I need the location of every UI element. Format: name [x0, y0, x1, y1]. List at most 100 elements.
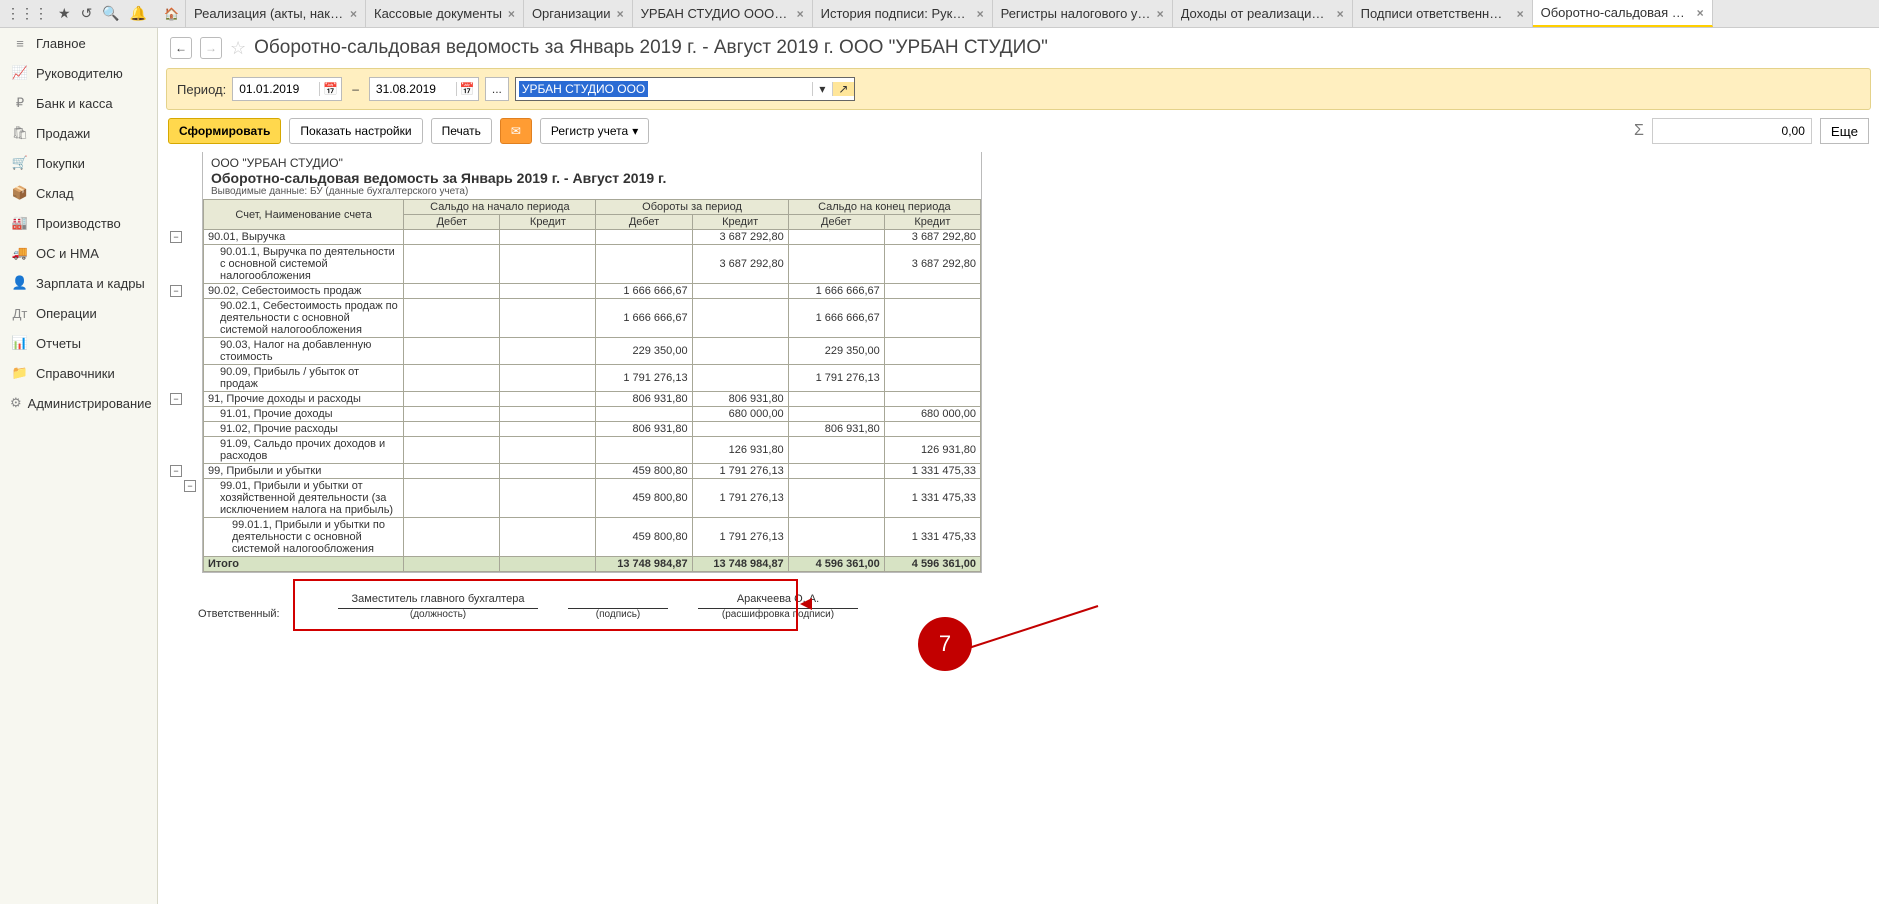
form-button[interactable]: Сформировать	[168, 118, 281, 144]
close-icon[interactable]: ×	[1697, 6, 1704, 20]
tab-3[interactable]: УРБАН СТУДИО ООО (О...×	[633, 0, 813, 27]
annotation-arrowhead	[800, 598, 812, 610]
nav-icon: 📊	[10, 335, 30, 351]
nav-item-1[interactable]: 📈Руководителю	[0, 58, 157, 88]
close-icon[interactable]: ×	[617, 7, 624, 21]
settings-button[interactable]: Показать настройки	[289, 118, 422, 144]
nav-item-2[interactable]: ₽Банк и касса	[0, 88, 157, 118]
table-row[interactable]: 90.03, Налог на добавленную стоимость229…	[204, 338, 981, 365]
nav-icon: 🚚	[10, 245, 30, 261]
bell-icon[interactable]: 🔔	[130, 5, 147, 22]
close-icon[interactable]: ×	[1157, 7, 1164, 21]
tab-7[interactable]: Подписи ответственных ...×	[1353, 0, 1533, 27]
nav-icon: 🛒	[10, 155, 30, 171]
org-value: УРБАН СТУДИО ООО	[519, 81, 648, 97]
nav-item-11[interactable]: 📁Справочники	[0, 358, 157, 388]
nav-item-3[interactable]: 🛍Продажи	[0, 118, 157, 148]
date-to[interactable]: 📅	[369, 77, 479, 101]
collapse-icon[interactable]: −	[170, 285, 182, 297]
tab-1[interactable]: Кассовые документы×	[366, 0, 524, 27]
tab-4[interactable]: История подписи: Руков...×	[813, 0, 993, 27]
close-icon[interactable]: ×	[350, 7, 357, 21]
date-from[interactable]: 📅	[232, 77, 342, 101]
nav-icon: ⚙	[10, 395, 22, 411]
table-row[interactable]: −91, Прочие доходы и расходы806 931,8080…	[204, 392, 981, 407]
nav-item-12[interactable]: ⚙Администрирование	[0, 388, 157, 418]
nav-forward[interactable]: →	[200, 37, 222, 59]
print-button[interactable]: Печать	[431, 118, 492, 144]
period-picker[interactable]: ...	[485, 77, 509, 101]
calendar-icon[interactable]: 📅	[456, 82, 478, 96]
date-from-input[interactable]	[233, 82, 319, 96]
tab-8[interactable]: Оборотно-сальдовая вед...×	[1533, 0, 1713, 27]
collapse-icon[interactable]: −	[170, 465, 182, 477]
annotation-arrow	[965, 605, 1099, 650]
nav-item-6[interactable]: 🏭Производство	[0, 208, 157, 238]
nav-item-4[interactable]: 🛒Покупки	[0, 148, 157, 178]
table-row[interactable]: 90.01.1, Выручка по деятельности с основ…	[204, 245, 981, 284]
annotation-badge: 7	[918, 617, 972, 671]
nav-icon: 📦	[10, 185, 30, 201]
open-icon[interactable]: ↗	[832, 82, 854, 96]
table-row[interactable]: −99, Прибыли и убытки459 800,801 791 276…	[204, 464, 981, 479]
nav-icon: ₽	[10, 95, 30, 111]
nav-item-8[interactable]: 👤Зарплата и кадры	[0, 268, 157, 298]
nav-icon: ≡	[10, 36, 30, 51]
table-row[interactable]: 91.02, Прочие расходы806 931,80806 931,8…	[204, 422, 981, 437]
table-row[interactable]: −99.01, Прибыли и убытки от хозяйственно…	[204, 479, 981, 518]
tab-0[interactable]: Реализация (акты, накла...×	[186, 0, 366, 27]
nav-item-9[interactable]: ДтОперации	[0, 298, 157, 328]
apps-icon[interactable]: ⋮⋮⋮	[6, 5, 48, 22]
more-button[interactable]: Еще	[1820, 118, 1869, 144]
search-icon[interactable]: 🔍	[102, 5, 119, 22]
collapse-icon[interactable]: −	[170, 393, 182, 405]
sum-input[interactable]	[1652, 118, 1812, 144]
close-icon[interactable]: ×	[1337, 7, 1344, 21]
nav-item-7[interactable]: 🚚ОС и НМА	[0, 238, 157, 268]
collapse-icon[interactable]: −	[184, 480, 196, 492]
register-button[interactable]: Регистр учета ▾	[540, 118, 649, 144]
total-row: Итого13 748 984,8713 748 984,874 596 361…	[204, 557, 981, 572]
nav-icon: 🏭	[10, 215, 30, 231]
sum-icon: Σ	[1634, 122, 1644, 140]
annotation-box	[293, 579, 798, 631]
tab-6[interactable]: Доходы от реализации то...×	[1173, 0, 1353, 27]
report-org: ООО "УРБАН СТУДИО"	[211, 156, 973, 170]
table-row[interactable]: −90.01, Выручка3 687 292,803 687 292,80	[204, 230, 981, 245]
nav-item-0[interactable]: ≡Главное	[0, 28, 157, 58]
favorite-icon[interactable]: ☆	[230, 38, 246, 59]
org-select[interactable]: УРБАН СТУДИО ООО ▾ ↗	[515, 77, 855, 101]
table-row[interactable]: 90.09, Прибыль / убыток от продаж1 791 2…	[204, 365, 981, 392]
table-row[interactable]: 99.01.1, Прибыли и убытки по деятельност…	[204, 518, 981, 557]
chevron-down-icon: ▾	[632, 124, 638, 138]
nav-icon: 📈	[10, 65, 30, 81]
table-row[interactable]: 91.01, Прочие доходы680 000,00680 000,00	[204, 407, 981, 422]
nav-back[interactable]: ←	[170, 37, 192, 59]
report-table: Счет, Наименование счета Сальдо на начал…	[203, 199, 981, 572]
report-title: Оборотно-сальдовая ведомость за Январь 2…	[211, 170, 973, 186]
dropdown-icon[interactable]: ▾	[812, 82, 832, 96]
star-icon[interactable]: ★	[58, 5, 71, 22]
table-row[interactable]: 91.09, Сальдо прочих доходов и расходов1…	[204, 437, 981, 464]
nav-item-5[interactable]: 📦Склад	[0, 178, 157, 208]
tab-5[interactable]: Регистры налогового учета×	[993, 0, 1173, 27]
table-row[interactable]: 90.02.1, Себестоимость продаж по деятель…	[204, 299, 981, 338]
close-icon[interactable]: ×	[797, 7, 804, 21]
home-tab[interactable]: 🏠	[158, 0, 186, 27]
calendar-icon[interactable]: 📅	[319, 82, 341, 96]
close-icon[interactable]: ×	[508, 7, 515, 21]
close-icon[interactable]: ×	[1517, 7, 1524, 21]
nav-icon: Дт	[10, 306, 30, 321]
collapse-icon[interactable]: −	[170, 231, 182, 243]
nav-item-10[interactable]: 📊Отчеты	[0, 328, 157, 358]
date-to-input[interactable]	[370, 82, 456, 96]
mail-button[interactable]: ✉	[500, 118, 532, 144]
table-row[interactable]: −90.02, Себестоимость продаж1 666 666,67…	[204, 284, 981, 299]
period-label: Период:	[177, 82, 226, 97]
tab-2[interactable]: Организации×	[524, 0, 633, 27]
history-icon[interactable]: ↺	[81, 5, 93, 22]
nav-icon: 👤	[10, 275, 30, 291]
page-title: Оборотно-сальдовая ведомость за Январь 2…	[254, 37, 1048, 59]
close-icon[interactable]: ×	[977, 7, 984, 21]
nav-icon: 📁	[10, 365, 30, 381]
